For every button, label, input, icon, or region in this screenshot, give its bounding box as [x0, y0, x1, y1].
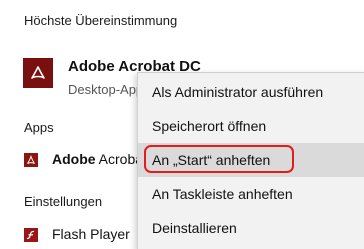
menu-item-pin-to-taskbar[interactable]: An Taskleiste anheften	[138, 177, 364, 211]
best-match-header: Höchste Übereinstimmung	[24, 13, 178, 28]
context-menu: Als Administrator ausführen Speicherort …	[137, 72, 364, 249]
menu-item-pin-to-start[interactable]: An „Start“ anheften	[138, 143, 364, 177]
settings-result-label: Flash Player	[52, 226, 130, 242]
menu-item-uninstall[interactable]: Deinstallieren	[138, 211, 364, 245]
settings-header: Einstellungen	[24, 194, 103, 209]
menu-item-label: Als Administrator ausführen	[152, 84, 324, 100]
menu-item-run-as-admin[interactable]: Als Administrator ausführen	[138, 75, 364, 109]
apps-header: Apps	[24, 120, 54, 135]
search-results-panel: Höchste Übereinstimmung Adobe Acrobat DC…	[0, 0, 364, 249]
menu-item-label: Deinstallieren	[152, 220, 237, 236]
menu-item-label: An Taskleiste anheften	[152, 186, 293, 202]
app-result-label: Adobe Acrobat	[52, 151, 147, 167]
menu-item-open-file-location[interactable]: Speicherort öffnen	[138, 109, 364, 143]
adobe-acrobat-icon	[24, 153, 38, 167]
best-match-subtitle: Desktop-App	[68, 82, 144, 97]
menu-item-label: Speicherort öffnen	[152, 118, 267, 134]
menu-item-label: An „Start“ anheften	[152, 152, 271, 168]
adobe-acrobat-icon	[23, 58, 53, 88]
flash-player-icon	[24, 228, 38, 242]
